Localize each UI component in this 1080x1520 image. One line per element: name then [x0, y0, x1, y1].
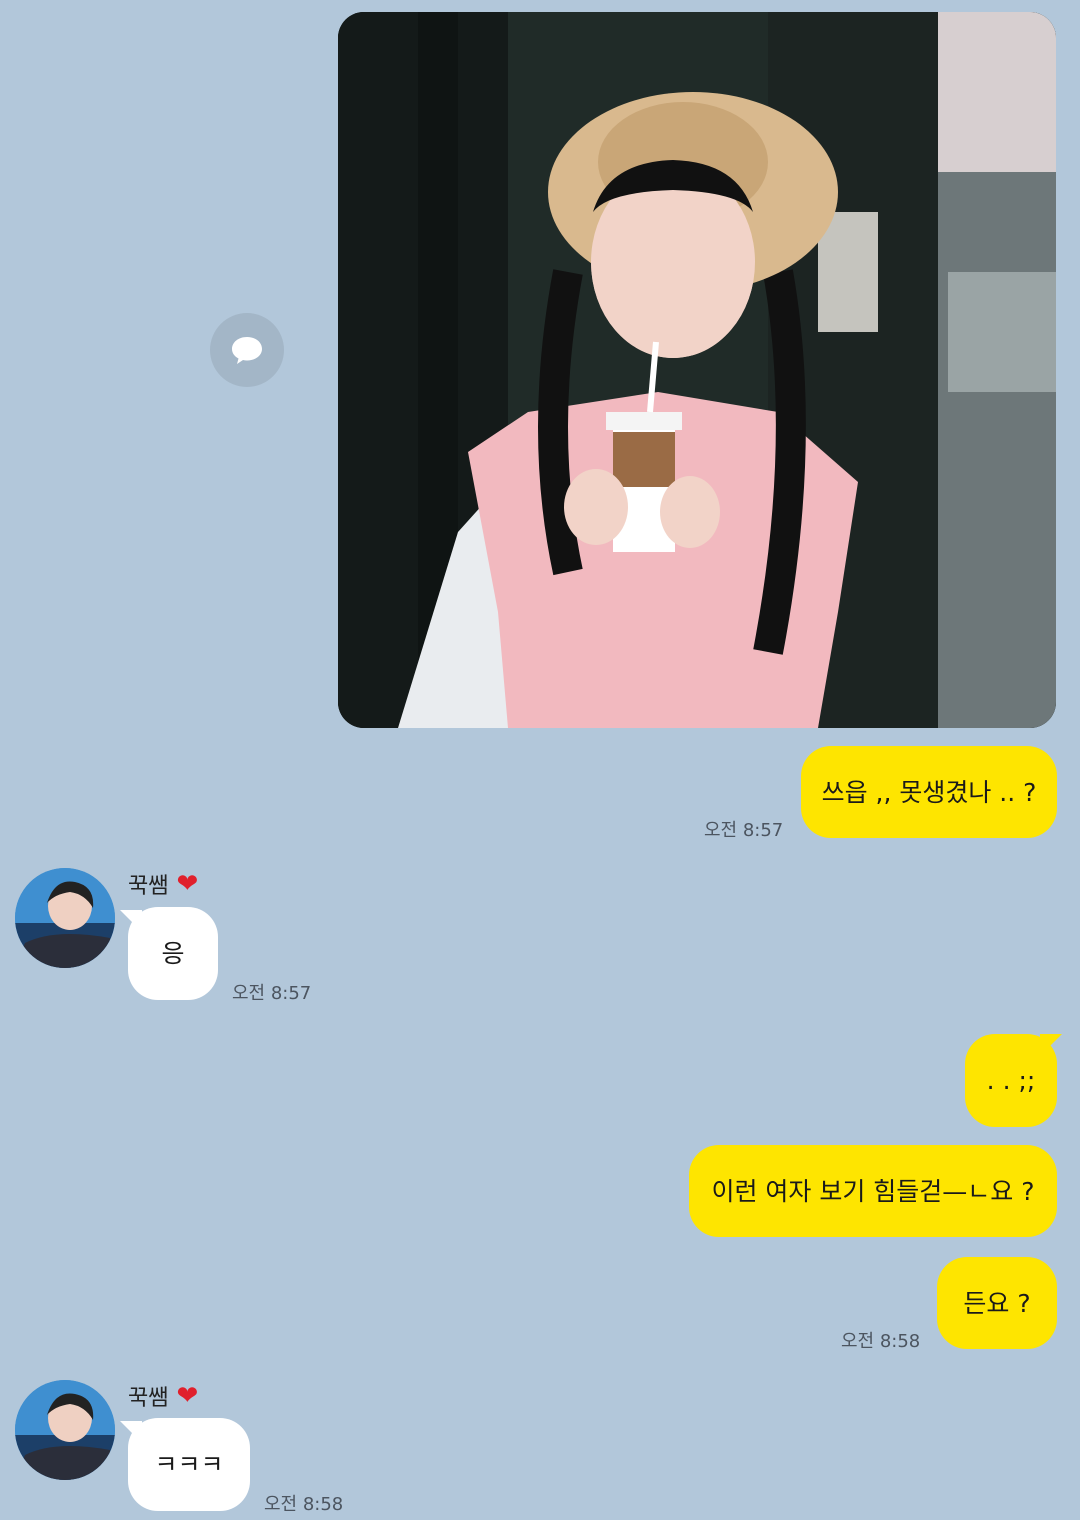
heart-icon: ❤ — [176, 1381, 199, 1411]
message-time: 오전 8:57 — [232, 983, 312, 1004]
their-message-bubble[interactable]: ㅋㅋㅋ — [128, 1418, 250, 1511]
chat-bubble-icon — [232, 337, 262, 364]
heart-icon: ❤ — [176, 869, 199, 899]
contact-avatar[interactable] — [15, 868, 115, 968]
share-button[interactable] — [210, 313, 284, 387]
their-message-bubble[interactable]: 응 — [128, 907, 218, 1000]
message-text: . . ;; — [986, 1066, 1036, 1095]
shared-photo[interactable] — [338, 12, 1056, 728]
message-text: ㅋㅋㅋ — [154, 1450, 224, 1479]
message-time: 오전 8:58 — [264, 1494, 344, 1515]
message-text: 든요 ? — [963, 1288, 1031, 1318]
sender-name: 꾹쌤 ❤ — [128, 869, 199, 899]
message-text: 응 — [161, 939, 185, 968]
message-text: 이런 여자 보기 힘들걷—ㄴ요 ? — [711, 1176, 1035, 1206]
message-time: 오전 8:58 — [841, 1331, 921, 1352]
message-text: 쓰읍 ,, 못생겼나 .. ? — [821, 777, 1037, 807]
my-message-bubble[interactable]: 쓰읍 ,, 못생겼나 .. ? — [801, 746, 1057, 838]
sender-name: 꾹쌤 ❤ — [128, 1381, 199, 1411]
bubble-tail — [1040, 1034, 1062, 1056]
my-message-bubble[interactable]: 이런 여자 보기 힘들걷—ㄴ요 ? — [689, 1145, 1057, 1237]
my-message-bubble[interactable]: 든요 ? — [937, 1257, 1057, 1349]
contact-avatar[interactable] — [15, 1380, 115, 1480]
message-time: 오전 8:57 — [704, 820, 784, 841]
